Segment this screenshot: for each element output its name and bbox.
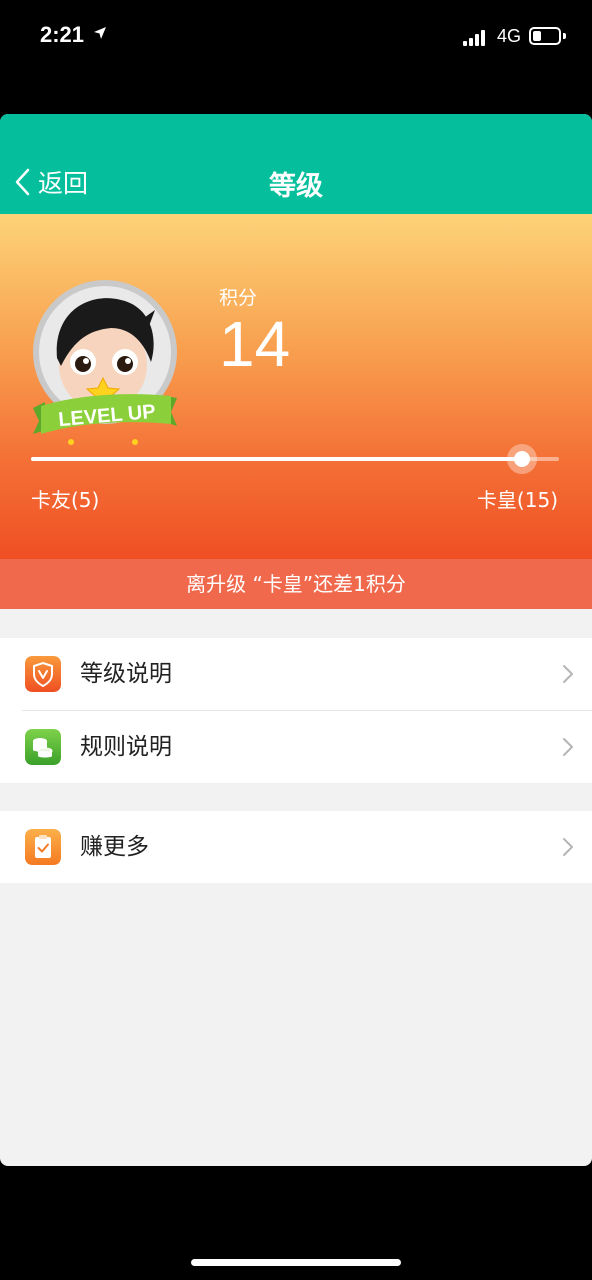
points-value: 14: [219, 308, 291, 380]
chevron-right-icon: [563, 665, 573, 683]
upgrade-tip-banner: 离升级 “卡皇”还差1积分: [0, 559, 592, 609]
menu-item-level-explain[interactable]: 等级说明: [0, 638, 592, 710]
battery-icon: [529, 27, 561, 45]
page-title: 等级: [269, 171, 323, 202]
menu-group-earn: 赚更多: [0, 811, 592, 883]
location-arrow-icon: [94, 27, 106, 39]
network-type: 4G: [497, 26, 522, 46]
avatar: LEVEL UP: [33, 280, 177, 445]
signal-icon: [463, 30, 491, 46]
status-bar: 2:21 4G: [0, 0, 592, 76]
progress-knob: [514, 451, 531, 467]
level-hero: LEVEL UP 积分 14 卡友(5) 卡皇(15): [0, 214, 592, 559]
chevron-right-icon: [563, 738, 573, 756]
coins-icon: [25, 729, 61, 765]
battery-tip: [563, 33, 566, 39]
menu-group-info: 等级说明 规则说明: [0, 638, 592, 783]
menu-item-earn-more[interactable]: 赚更多: [0, 811, 592, 883]
next-level-label: 卡皇(15): [476, 488, 558, 512]
menu-item-label: 等级说明: [80, 661, 172, 687]
status-time: 2:21: [40, 22, 85, 47]
menu-item-label: 规则说明: [80, 734, 172, 760]
chevron-right-icon: [563, 838, 573, 856]
menu-item-label: 赚更多: [80, 834, 149, 860]
clipboard-check-icon: [25, 829, 61, 865]
level-progress-fill: [31, 457, 523, 461]
points-label: 积分: [219, 287, 258, 309]
current-level-label: 卡友(5): [31, 488, 100, 512]
shield-v-icon: [25, 656, 61, 692]
home-indicator[interactable]: [191, 1259, 401, 1266]
level-progress-bar: [31, 444, 559, 474]
level-screen: 返回 等级 LEVEL UP 积分 14 卡友(5) 卡皇(15) 离升级 “卡…: [0, 114, 592, 1166]
menu-item-rules-explain[interactable]: 规则说明: [0, 711, 592, 783]
nav-bar: 返回 等级: [0, 114, 592, 214]
